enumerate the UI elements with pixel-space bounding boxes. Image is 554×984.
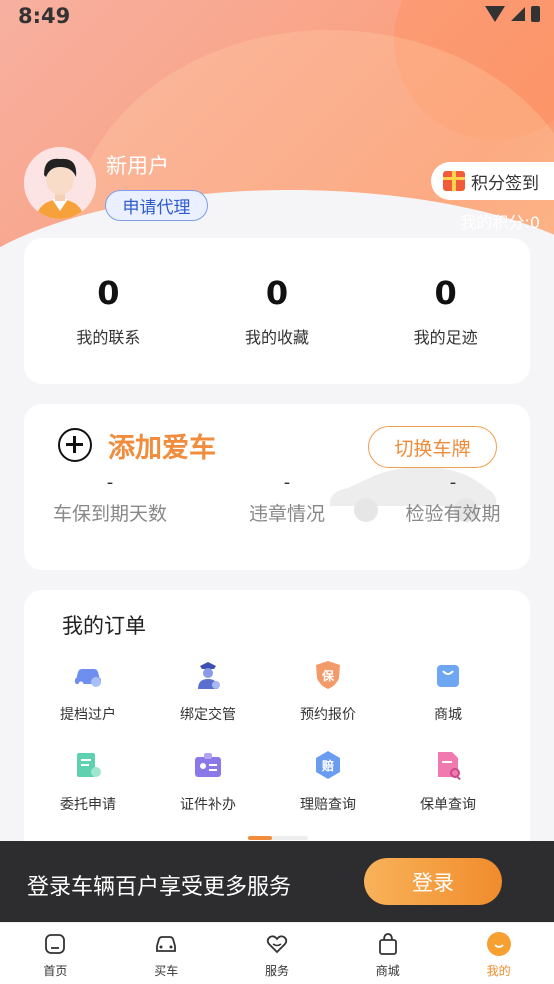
add-car-link[interactable]: 添加爱车 [108,426,216,465]
order-label: 委托申请 [60,797,116,813]
entrust-form-icon [72,750,104,780]
tab-label: 服务 [264,964,289,978]
order-item-entrust[interactable]: 委托申请 [28,750,148,814]
policy-search-icon [432,750,464,780]
gift-icon [443,171,465,191]
insurance-shield-icon: 保 [312,660,344,690]
status-time: 8:49 [18,4,71,28]
field-label: 违章情况 [248,503,325,525]
grid-scroll-indicator [248,836,308,840]
battery-icon [531,6,540,22]
profile-smile-icon [486,932,511,956]
order-item-claim-query[interactable]: 赔 理赔查询 [268,750,388,814]
car-icon [156,936,177,952]
field-value: - [106,472,114,493]
svg-text:赔: 赔 [321,758,334,773]
stat-value: 0 [434,274,457,312]
avatar-person-icon [24,147,96,219]
stat-label: 我的联系 [76,328,141,347]
svg-text:保: 保 [321,668,335,683]
bottom-tab-bar: 首页 买车 服务 商城 我的 [0,922,554,984]
points-sign-in-button[interactable]: 积分签到 [431,162,554,200]
order-label: 绑定交管 [180,707,236,723]
tab-label: 我的 [486,964,511,978]
order-item-policy-query[interactable]: 保单查询 [388,750,508,814]
switch-plate-button[interactable]: 切换车牌 [368,426,497,468]
tab-service[interactable]: 服务 [222,923,333,984]
order-label: 证件补办 [180,797,236,813]
add-car-plus-icon[interactable] [58,428,92,462]
order-label: 理赔查询 [300,797,356,813]
apply-agent-button[interactable]: 申请代理 [105,190,208,221]
field-value: - [283,472,291,493]
stat-value: 0 [265,274,289,312]
stat-value: 0 [97,274,120,312]
sign-in-label: 积分签到 [471,173,539,194]
login-prompt-text: 登录车辆百户享受更多服务 [27,875,292,900]
police-officer-icon [192,660,224,690]
bag-icon [378,933,397,955]
username: 新用户 [106,154,169,178]
orders-title: 我的订单 [62,614,146,638]
signal-icon [511,7,525,21]
claim-hexagon-icon: 赔 [312,750,344,780]
inspection-validity-field[interactable]: - 检验有效期 [373,472,530,526]
heart-hand-icon [266,935,288,954]
login-button[interactable]: 登录 [364,858,502,905]
tab-label: 首页 [43,964,68,978]
stat-label: 我的足迹 [413,328,478,347]
stat-favorites[interactable]: 0 我的收藏 [193,238,362,384]
my-points: 我的积分:0 [460,213,540,232]
tab-label: 买车 [154,964,179,978]
stat-footprints[interactable]: 0 我的足迹 [361,238,530,384]
order-item-bind-traffic[interactable]: 绑定交管 [148,660,268,724]
order-item-transfer[interactable]: 提档过户 [28,660,148,724]
tab-home[interactable]: 首页 [0,923,111,984]
order-item-id-reissue[interactable]: 证件补办 [148,750,268,814]
tab-mall[interactable]: 商城 [332,923,443,984]
car-transfer-icon [72,660,104,690]
login-prompt-bar: 登录车辆百户享受更多服务 登录 [0,841,554,922]
order-label: 提档过户 [60,707,116,723]
wifi-icon [485,6,505,22]
status-bar: 8:49 [0,0,554,34]
order-item-mall[interactable]: 商城 [388,660,508,724]
violations-field[interactable]: - 违章情况 [207,472,367,526]
shopping-bag-icon [432,660,464,690]
field-label: 车保到期天数 [52,503,167,525]
insurance-expiry-field[interactable]: - 车保到期天数 [30,472,190,526]
id-card-icon [192,750,224,780]
tab-label: 商城 [375,964,400,978]
field-label: 检验有效期 [405,503,501,525]
order-label: 商城 [434,707,462,723]
stats-card: 0 我的联系 0 我的收藏 0 我的足迹 [24,238,530,384]
avatar[interactable] [24,147,96,219]
my-car-card: 添加爱车 切换车牌 - 车保到期天数 - 违章情况 - 检验有效期 [24,404,530,570]
tab-mine[interactable]: 我的 [443,923,554,984]
order-label: 保单查询 [420,797,476,813]
home-icon [45,934,66,954]
order-label: 预约报价 [300,707,356,723]
stat-contacts[interactable]: 0 我的联系 [24,238,193,384]
tab-buy-car[interactable]: 买车 [111,923,222,984]
order-item-quote[interactable]: 保 预约报价 [268,660,388,724]
orders-grid: 提档过户 绑定交管 保 预约报价 商城 委托申请 证件补办 赔 理赔查询 保单查… [28,660,508,814]
my-orders-card: 我的订单 提档过户 绑定交管 保 预约报价 商城 委托申请 证件补办 赔 理赔查… [24,590,530,860]
stat-label: 我的收藏 [245,328,310,347]
field-value: - [449,472,457,493]
